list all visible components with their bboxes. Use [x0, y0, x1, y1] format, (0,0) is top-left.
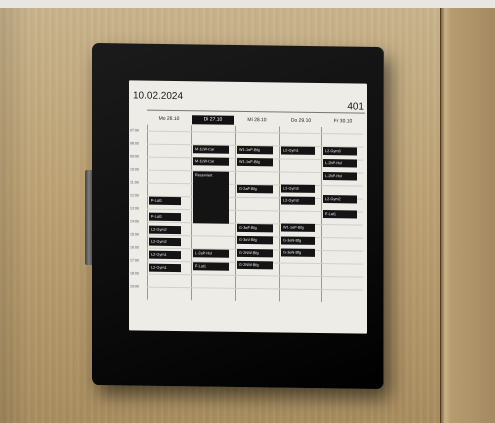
event-block: L-2aP-Hsl — [193, 249, 229, 258]
time-label: 07:00 — [130, 128, 139, 133]
event-block: W1-1eP-Bfg — [237, 157, 273, 167]
time-label: 18:00 — [130, 271, 139, 276]
header-divider — [147, 109, 365, 114]
row-line — [147, 286, 363, 291]
time-label: 11:00 — [130, 180, 139, 185]
day-header-fr: Fr 30.10 — [333, 118, 353, 125]
event-block: F-Lat1 — [193, 262, 229, 271]
time-label: 08:00 — [130, 141, 139, 146]
event-block: L2-Gym3 — [281, 184, 315, 193]
event-block: L2-Gym3 — [323, 147, 357, 156]
event-block: W1-1eP-Bfg — [237, 145, 273, 155]
event-block: F-Lat1 — [149, 196, 181, 206]
door-frame — [440, 8, 495, 423]
time-label: 10:00 — [130, 167, 139, 172]
day-header-do: Do 29.10 — [290, 117, 312, 124]
event-block: L-2bP-Hsl — [323, 159, 357, 168]
event-block: L2-Gym1 — [149, 250, 181, 260]
display-date: 10.02.2024 — [133, 90, 184, 103]
time-label: 14:00 — [130, 219, 139, 224]
day-header-di: Di 27.10 — [192, 115, 234, 125]
ceiling-strip — [0, 0, 495, 8]
event-block: G-3eV-Bfg — [237, 235, 273, 245]
event-block: M-1LW-Car — [193, 157, 229, 166]
event-block: L-2bP-Hsl — [323, 172, 357, 181]
event-block: L2-Gym2 — [323, 195, 357, 204]
eink-screen: 10.02.2024 401 Mo 26.10 Di 27.10 Mi 28.1… — [129, 80, 367, 334]
time-label: 13:00 — [130, 206, 139, 211]
event-block: F-Lat1 — [149, 212, 181, 222]
time-label: 19:00 — [130, 284, 139, 289]
event-block: G-3eN-Bfg — [281, 248, 315, 257]
event-block: G-2NW-Bfg — [237, 248, 273, 258]
event-block: G-2aF-Bfg — [237, 184, 273, 194]
room-number: 401 — [347, 101, 364, 113]
day-header-mo: Mo 26.10 — [158, 115, 180, 123]
time-label: 16:00 — [130, 245, 139, 250]
event-block: L2-Gym3 — [281, 196, 315, 205]
event-block: G-2NW-Bfg — [237, 260, 273, 270]
event-block: M-1LW-Car — [193, 145, 229, 154]
row-line — [147, 273, 363, 278]
event-block: G-3eN-Bfg — [281, 236, 315, 245]
event-block: L2-Gym2 — [149, 237, 181, 247]
event-block: L2-Gym2 — [149, 225, 181, 235]
event-block: L2-Gym1 — [149, 263, 181, 273]
event-block: F-Lat1 — [323, 210, 357, 219]
event-block-reserved: Reserviert — [193, 171, 229, 224]
time-label: 12:00 — [130, 193, 139, 198]
time-label: 15:00 — [130, 232, 139, 237]
event-block: G-3eF-Bfg — [237, 223, 273, 233]
row-line — [147, 130, 363, 135]
event-block: W1-1eP-Bfg — [281, 223, 315, 232]
day-header-mi: Mi 28.10 — [247, 116, 267, 124]
time-label: 17:00 — [130, 258, 139, 263]
time-label: 09:00 — [130, 154, 139, 159]
event-block: L2-Gym1 — [281, 146, 315, 155]
